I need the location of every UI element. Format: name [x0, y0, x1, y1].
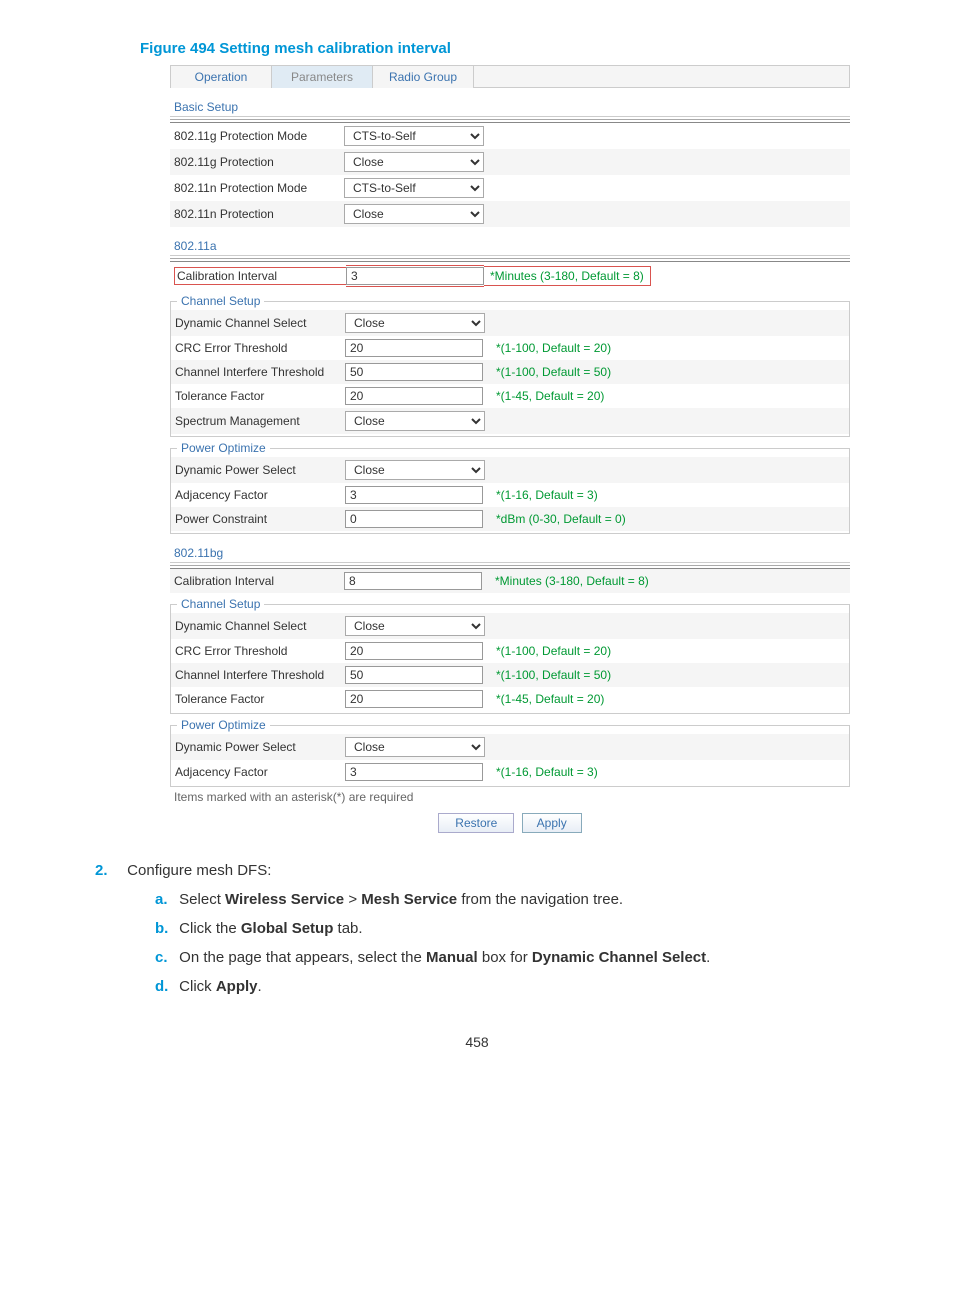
step-c-p2: box for [478, 949, 532, 966]
step-c-marker: c. [155, 944, 175, 971]
dps-bg-label: Dynamic Power Select [175, 740, 345, 754]
n-prot-mode-label: 802.11n Protection Mode [174, 181, 344, 195]
settings-panel: Operation Parameters Radio Group Basic S… [170, 65, 850, 833]
channel-setup-bg-legend: Channel Setup [177, 597, 264, 611]
step-b-p1: Click the [179, 920, 241, 937]
tf-bg-hint: *(1-45, Default = 20) [496, 692, 604, 706]
ci-a-label: Channel Interfere Threshold [175, 365, 345, 379]
restore-button[interactable]: Restore [438, 813, 514, 833]
tf-bg-input[interactable] [345, 690, 483, 708]
step-2-marker: 2. [95, 857, 123, 884]
af-a-input[interactable] [345, 486, 483, 504]
tf-a-hint: *(1-45, Default = 20) [496, 389, 604, 403]
crc-bg-input[interactable] [345, 642, 483, 660]
g-prot-mode-label: 802.11g Protection Mode [174, 129, 344, 143]
pc-a-label: Power Constraint [175, 512, 345, 526]
power-optimize-bg-legend: Power Optimize [177, 718, 270, 732]
dcs-bg-select[interactable]: Close [345, 616, 485, 636]
figure-title: Figure 494 Setting mesh calibration inte… [140, 40, 954, 57]
n-prot-label: 802.11n Protection [174, 207, 344, 221]
tf-bg-label: Tolerance Factor [175, 692, 345, 706]
step-a-b1: Wireless Service [225, 891, 344, 908]
tab-operation[interactable]: Operation [171, 66, 272, 88]
g-prot-mode-select[interactable]: CTS-to-Self [344, 126, 484, 146]
dcs-a-label: Dynamic Channel Select [175, 316, 345, 330]
af-bg-label: Adjacency Factor [175, 765, 345, 779]
step-c-p3: . [706, 949, 710, 966]
button-row: Restore Apply [170, 813, 850, 833]
crc-bg-hint: *(1-100, Default = 20) [496, 644, 611, 658]
basic-setup-header: Basic Setup [170, 88, 850, 117]
section-802-11a-header: 802.11a [170, 227, 850, 256]
tab-bar: Operation Parameters Radio Group [170, 65, 850, 88]
ci-a-input[interactable] [345, 363, 483, 381]
calibration-interval-bg-input[interactable] [344, 572, 482, 590]
af-bg-input[interactable] [345, 763, 483, 781]
dps-a-select[interactable]: Close [345, 460, 485, 480]
section-802-11bg-header: 802.11bg [170, 534, 850, 563]
g-prot-select[interactable]: Close [344, 152, 484, 172]
channel-setup-a-legend: Channel Setup [177, 294, 264, 308]
pc-a-input[interactable] [345, 510, 483, 528]
step-b-marker: b. [155, 915, 175, 942]
step-b-b1: Global Setup [241, 920, 334, 937]
step-d-marker: d. [155, 973, 175, 1000]
step-c-b1: Manual [426, 949, 478, 966]
power-optimize-a-group: Power Optimize Dynamic Power Select Clos… [170, 441, 850, 534]
step-d-p2: . [258, 978, 262, 995]
af-a-hint: *(1-16, Default = 3) [496, 488, 598, 502]
tab-radio-group[interactable]: Radio Group [373, 66, 474, 88]
ci-a-hint: *(1-100, Default = 50) [496, 365, 611, 379]
step-c-b2: Dynamic Channel Select [532, 949, 706, 966]
crc-a-input[interactable] [345, 339, 483, 357]
crc-a-hint: *(1-100, Default = 20) [496, 341, 611, 355]
ci-bg-label: Channel Interfere Threshold [175, 668, 345, 682]
dps-a-label: Dynamic Power Select [175, 463, 345, 477]
required-footnote: Items marked with an asterisk(*) are req… [170, 787, 850, 807]
power-optimize-a-legend: Power Optimize [177, 441, 270, 455]
step-d-p1: Click [179, 978, 216, 995]
af-bg-hint: *(1-16, Default = 3) [496, 765, 598, 779]
calibration-interval-a-label: Calibration Interval [174, 267, 346, 285]
dps-bg-select[interactable]: Close [345, 737, 485, 757]
tab-filler [474, 66, 849, 88]
calibration-interval-a-row: Calibration Interval *Minutes (3-180, De… [170, 262, 850, 290]
n-prot-select[interactable]: Close [344, 204, 484, 224]
step-d-b1: Apply [216, 978, 258, 995]
af-a-label: Adjacency Factor [175, 488, 345, 502]
step-a-b2: Mesh Service [361, 891, 457, 908]
step-b-p2: tab. [333, 920, 362, 937]
crc-bg-label: CRC Error Threshold [175, 644, 345, 658]
crc-a-label: CRC Error Threshold [175, 341, 345, 355]
tab-parameters[interactable]: Parameters [272, 66, 373, 88]
g-prot-label: 802.11g Protection [174, 155, 344, 169]
n-prot-mode-select[interactable]: CTS-to-Self [344, 178, 484, 198]
dcs-bg-label: Dynamic Channel Select [175, 619, 345, 633]
page-number: 458 [0, 1034, 954, 1050]
step-a-p1: Select [179, 891, 225, 908]
step-a-p2: > [344, 891, 361, 908]
step-c-p1: On the page that appears, select the [179, 949, 426, 966]
calibration-interval-a-input[interactable] [346, 267, 484, 285]
step-a-marker: a. [155, 886, 175, 913]
channel-setup-bg-group: Channel Setup Dynamic Channel Select Clo… [170, 597, 850, 714]
step-a-p3: from the navigation tree. [457, 891, 623, 908]
pc-a-hint: *dBm (0-30, Default = 0) [496, 512, 626, 526]
tf-a-input[interactable] [345, 387, 483, 405]
instructions-block: 2. Configure mesh DFS: a. Select Wireles… [95, 857, 954, 1000]
ci-bg-input[interactable] [345, 666, 483, 684]
sm-a-label: Spectrum Management [175, 414, 345, 428]
apply-button[interactable]: Apply [522, 813, 582, 833]
calibration-interval-a-hint: *Minutes (3-180, Default = 8) [484, 266, 651, 286]
ci-bg-hint: *(1-100, Default = 50) [496, 668, 611, 682]
dcs-a-select[interactable]: Close [345, 313, 485, 333]
tf-a-label: Tolerance Factor [175, 389, 345, 403]
channel-setup-a-group: Channel Setup Dynamic Channel Select Clo… [170, 294, 850, 437]
sm-a-select[interactable]: Close [345, 411, 485, 431]
power-optimize-bg-group: Power Optimize Dynamic Power Select Clos… [170, 718, 850, 787]
step-2-text: Configure mesh DFS: [127, 862, 271, 879]
calibration-interval-bg-hint: *Minutes (3-180, Default = 8) [495, 574, 649, 588]
calibration-interval-bg-label: Calibration Interval [174, 574, 344, 588]
